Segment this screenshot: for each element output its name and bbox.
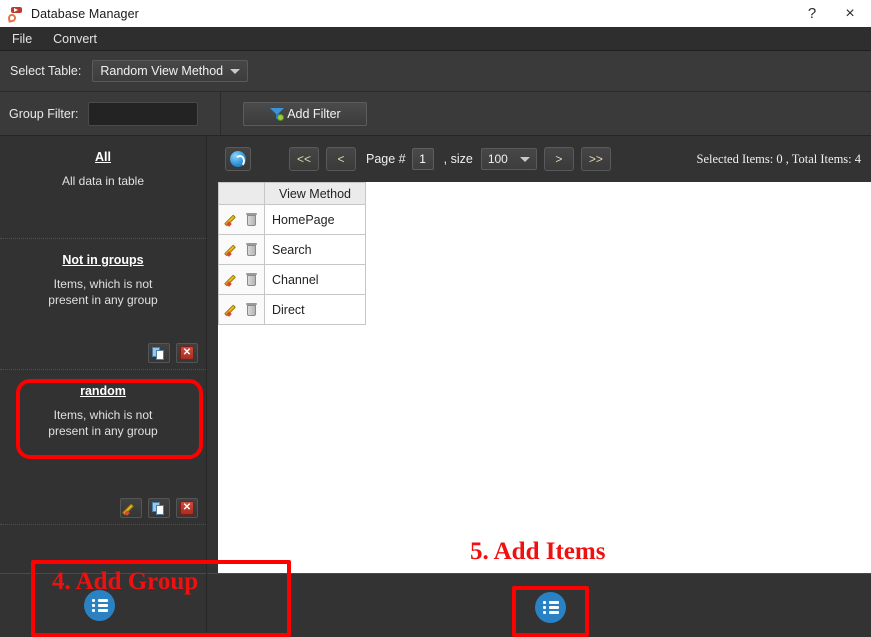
- menu-bar: File Convert: [0, 27, 871, 51]
- table-row[interactable]: Search: [218, 234, 366, 265]
- group-actions: ✕: [148, 343, 198, 363]
- group-title: All: [95, 150, 111, 164]
- cell-view-method: HomePage: [264, 204, 366, 235]
- pagination-toolbar: << < Page # 1 , size 100 > >> Selected I…: [208, 136, 871, 182]
- filter-divider: [220, 91, 222, 136]
- select-table-dropdown[interactable]: Random View Method: [92, 60, 249, 82]
- sidebar-group-not-in-groups[interactable]: Not in groups Items, which is not presen…: [0, 239, 206, 370]
- refresh-button[interactable]: [225, 147, 251, 171]
- sidebar-group-all[interactable]: All All data in table: [0, 136, 206, 239]
- group-filter-input[interactable]: [88, 101, 199, 126]
- page-number-input[interactable]: 1: [411, 148, 434, 170]
- menu-item-convert[interactable]: Convert: [44, 30, 106, 48]
- help-button[interactable]: ?: [795, 0, 829, 27]
- row-actions: [218, 264, 265, 295]
- menu-item-file[interactable]: File: [3, 30, 41, 48]
- table-row[interactable]: Direct: [218, 294, 366, 325]
- pencil-icon[interactable]: [223, 273, 240, 287]
- row-actions-header: [218, 182, 265, 205]
- trash-icon[interactable]: [245, 243, 257, 256]
- cell-view-method: Search: [264, 234, 366, 265]
- page-label: Page #: [366, 152, 406, 166]
- next-page-button[interactable]: >: [543, 147, 574, 171]
- pencil-icon: [121, 502, 138, 516]
- close-x-icon: ✕: [180, 501, 194, 515]
- cell-view-method: Direct: [264, 294, 366, 325]
- items-count-label: Selected Items: 0 , Total Items: 4: [696, 151, 861, 166]
- copy-icon: [152, 346, 166, 360]
- add-items-button[interactable]: [535, 592, 566, 623]
- trash-icon[interactable]: [245, 213, 257, 226]
- group-title: random: [80, 384, 126, 398]
- copy-icon: [152, 501, 166, 515]
- content-bottom-bar: [208, 573, 871, 637]
- group-actions: ✕: [120, 498, 198, 518]
- page-size-dropdown[interactable]: 100: [480, 148, 537, 170]
- close-x-icon: ✕: [180, 346, 194, 360]
- pencil-icon[interactable]: [223, 243, 240, 257]
- select-table-row: Select Table: Random View Method: [0, 51, 871, 92]
- close-icon[interactable]: ×: [829, 0, 871, 27]
- prev-page-button[interactable]: <: [326, 147, 357, 171]
- annotation-label-step-5: 5. Add Items: [470, 538, 606, 565]
- window-title: Database Manager: [31, 6, 139, 21]
- select-table-value: Random View Method: [100, 64, 224, 78]
- copy-group-button[interactable]: [148, 498, 170, 518]
- pencil-icon[interactable]: [223, 213, 240, 227]
- funnel-icon: [270, 107, 285, 121]
- delete-group-button[interactable]: ✕: [176, 498, 198, 518]
- row-actions: [218, 234, 265, 265]
- chevron-down-icon: [519, 156, 530, 162]
- row-actions: [218, 204, 265, 235]
- sidebar-group-random[interactable]: random Items, which is not present in an…: [0, 370, 206, 525]
- annotation-label-step-4: 4. Add Group: [52, 568, 199, 595]
- data-table-container: View Method HomePage Search Channel Dire…: [218, 182, 871, 573]
- size-label: , size: [443, 152, 473, 166]
- refresh-icon: [230, 151, 246, 167]
- database-manager-window: Database Manager ? × File Convert Select…: [0, 0, 871, 637]
- pencil-icon[interactable]: [223, 303, 240, 317]
- select-table-label: Select Table:: [10, 64, 82, 78]
- row-actions: [218, 294, 265, 325]
- cell-view-method: Channel: [264, 264, 366, 295]
- title-bar: Database Manager ? ×: [0, 0, 871, 27]
- group-description: Items, which is not present in any group: [48, 277, 158, 307]
- group-title: Not in groups: [62, 253, 144, 267]
- add-filter-label: Add Filter: [287, 106, 341, 121]
- group-description: All data in table: [61, 174, 145, 188]
- list-icon: [542, 601, 559, 614]
- trash-icon[interactable]: [245, 303, 257, 316]
- content-panel: << < Page # 1 , size 100 > >> Selected I…: [208, 136, 871, 573]
- column-header-view-method[interactable]: View Method: [264, 182, 366, 205]
- list-icon: [91, 599, 108, 612]
- table-header-row: View Method: [218, 182, 366, 205]
- page-size-value: 100: [487, 152, 508, 166]
- last-page-button[interactable]: >>: [580, 147, 611, 171]
- edit-group-button[interactable]: [120, 498, 142, 518]
- table-row[interactable]: Channel: [218, 264, 366, 295]
- delete-group-button[interactable]: ✕: [176, 343, 198, 363]
- group-description: Items, which is not present in any group: [48, 408, 158, 438]
- chevron-down-icon: [230, 68, 241, 74]
- table-row[interactable]: HomePage: [218, 204, 366, 235]
- add-filter-button[interactable]: Add Filter: [243, 101, 368, 126]
- app-logo-icon: [7, 6, 23, 23]
- copy-group-button[interactable]: [148, 343, 170, 363]
- group-filter-row: Group Filter: Add Filter: [0, 91, 871, 136]
- data-table: View Method HomePage Search Channel Dire…: [218, 182, 366, 325]
- groups-sidebar: All All data in table Not in groups Item…: [0, 136, 207, 573]
- group-filter-label: Group Filter:: [9, 106, 79, 121]
- trash-icon[interactable]: [245, 273, 257, 286]
- first-page-button[interactable]: <<: [289, 147, 320, 171]
